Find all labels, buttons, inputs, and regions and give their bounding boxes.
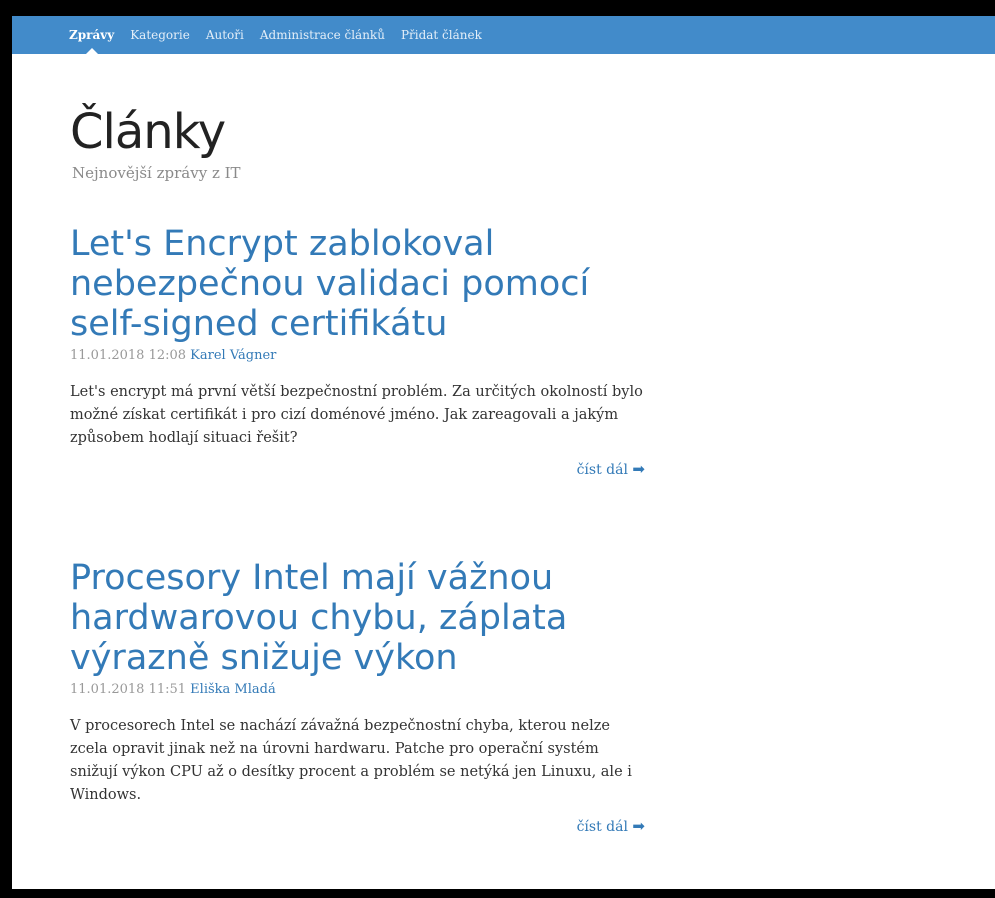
read-more-link[interactable]: číst dál ➡ xyxy=(70,460,645,478)
arrow-right-icon: ➡ xyxy=(632,817,645,835)
article-perex: Let's encrypt má první větší bezpečnostn… xyxy=(70,384,643,446)
top-navbar: Zprávy Kategorie Autoři Administrace člá… xyxy=(12,16,995,54)
article-date: 11.01.2018 12:08 xyxy=(70,348,187,363)
article-date: 11.01.2018 11:51 xyxy=(70,682,187,697)
nav-item-kategorie[interactable]: Kategorie xyxy=(130,16,190,54)
main-nav: Zprávy Kategorie Autoři Administrace člá… xyxy=(69,16,498,54)
nav-item-pridat-clanek[interactable]: Přidat článek xyxy=(401,16,482,54)
browser-viewport: Zprávy Kategorie Autoři Administrace člá… xyxy=(12,16,995,889)
page-subtitle: Nejnovější zprávy z IT xyxy=(72,164,241,182)
read-more-label: číst dál xyxy=(576,819,628,835)
article-perex: V procesorech Intel se nachází závažná b… xyxy=(70,718,632,803)
nav-item-administrace-clanku[interactable]: Administrace článků xyxy=(260,16,385,54)
page-title: Články xyxy=(70,104,226,160)
nav-item-autori[interactable]: Autoři xyxy=(206,16,244,54)
arrow-right-icon: ➡ xyxy=(632,460,645,478)
article-card: Let's Encrypt zablokoval nebezpečnou val… xyxy=(70,224,645,478)
article-author-link[interactable]: Eliška Mladá xyxy=(190,682,276,697)
article-meta: 11.01.2018 12:08 Karel Vágner xyxy=(70,348,645,363)
article-card: Procesory Intel mají vážnou hardwarovou … xyxy=(70,558,645,835)
read-more-link[interactable]: číst dál ➡ xyxy=(70,817,645,835)
article-title[interactable]: Procesory Intel mají vážnou hardwarovou … xyxy=(70,558,645,678)
nav-item-zpravy[interactable]: Zprávy xyxy=(69,16,114,54)
read-more-label: číst dál xyxy=(576,462,628,478)
article-meta: 11.01.2018 11:51 Eliška Mladá xyxy=(70,682,645,697)
article-author-link[interactable]: Karel Vágner xyxy=(190,348,276,363)
article-title[interactable]: Let's Encrypt zablokoval nebezpečnou val… xyxy=(70,224,645,344)
